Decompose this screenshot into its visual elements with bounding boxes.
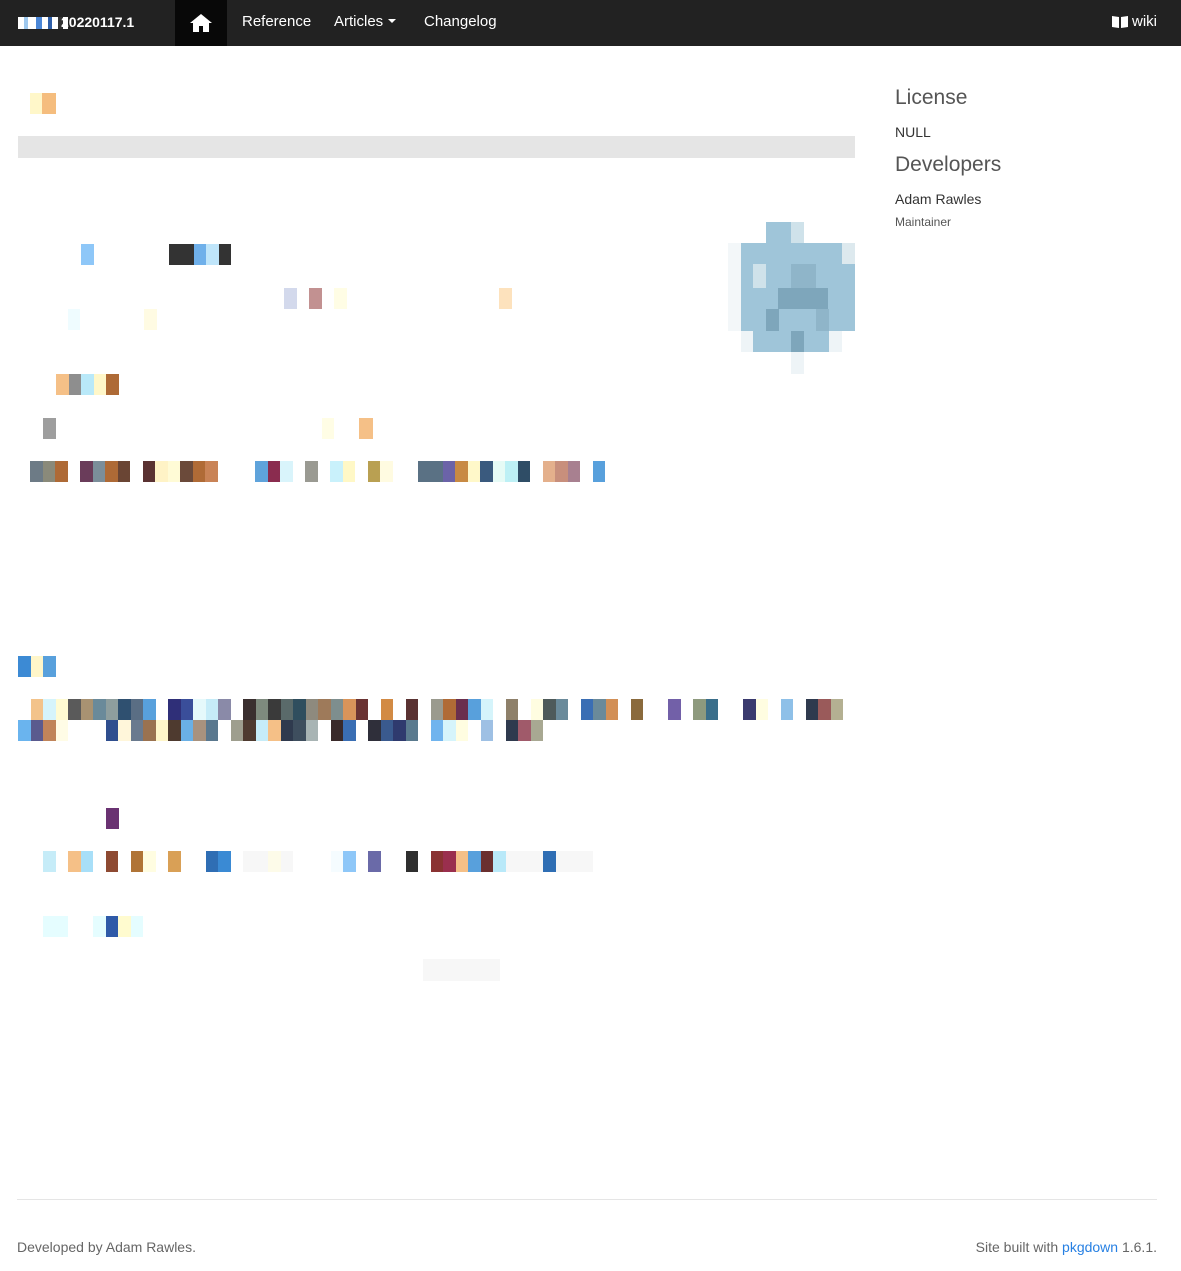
redacted-fragment	[499, 288, 512, 309]
nav-wiki-link[interactable]: wiki	[1111, 13, 1157, 30]
book-icon	[1112, 15, 1128, 28]
nav-reference-link[interactable]: Reference	[242, 13, 311, 30]
redacted-fragment	[359, 418, 373, 439]
redacted-fragment	[68, 309, 80, 330]
nav-articles-dropdown[interactable]: Articles	[334, 13, 397, 30]
package-version[interactable]: 20220117.1	[61, 14, 134, 30]
wiki-label: wiki	[1132, 13, 1157, 30]
pkgdown-link[interactable]: pkgdown	[1062, 1239, 1118, 1255]
redacted-title-bar	[18, 136, 855, 158]
redacted-code-block	[423, 959, 500, 981]
redacted-fragment	[106, 808, 119, 829]
license-value: NULL	[895, 124, 931, 140]
redacted-paragraph-line	[18, 720, 543, 741]
redacted-fragment	[43, 418, 56, 439]
redacted-text-line	[30, 461, 605, 482]
site-built-prefix: Site built with	[975, 1239, 1059, 1255]
license-heading: License	[895, 86, 968, 109]
site-built-suffix: 1.6.1.	[1121, 1239, 1157, 1255]
developer-role: Maintainer	[895, 215, 952, 229]
package-logo	[728, 222, 855, 374]
nav-changelog-link[interactable]: Changelog	[424, 13, 497, 30]
redacted-fragment	[144, 309, 157, 330]
developer-name: Adam Rawles	[895, 191, 982, 207]
redacted-text-line	[81, 244, 231, 265]
nav-home-link[interactable]	[175, 0, 227, 46]
redacted-fragment	[322, 418, 334, 439]
footer-developed-by: Developed by Adam Rawles.	[17, 1239, 196, 1255]
navbar: 20220117.1 Reference Articles Changelog …	[0, 0, 1181, 46]
nav-articles-label: Articles	[334, 13, 384, 30]
redacted-text-line	[43, 916, 156, 937]
redacted-paragraph-line	[18, 699, 843, 720]
redacted-heading	[30, 93, 56, 114]
redacted-text-line	[284, 288, 347, 309]
footer-divider	[17, 1199, 1157, 1200]
redacted-text-line	[56, 374, 119, 395]
home-icon	[190, 14, 212, 32]
redacted-heading	[18, 656, 56, 677]
developers-heading: Developers	[895, 153, 1002, 176]
footer-site-built: Site built with pkgdown 1.6.1.	[976, 1239, 1157, 1255]
redacted-text-line	[43, 851, 593, 872]
caret-down-icon	[388, 19, 397, 23]
